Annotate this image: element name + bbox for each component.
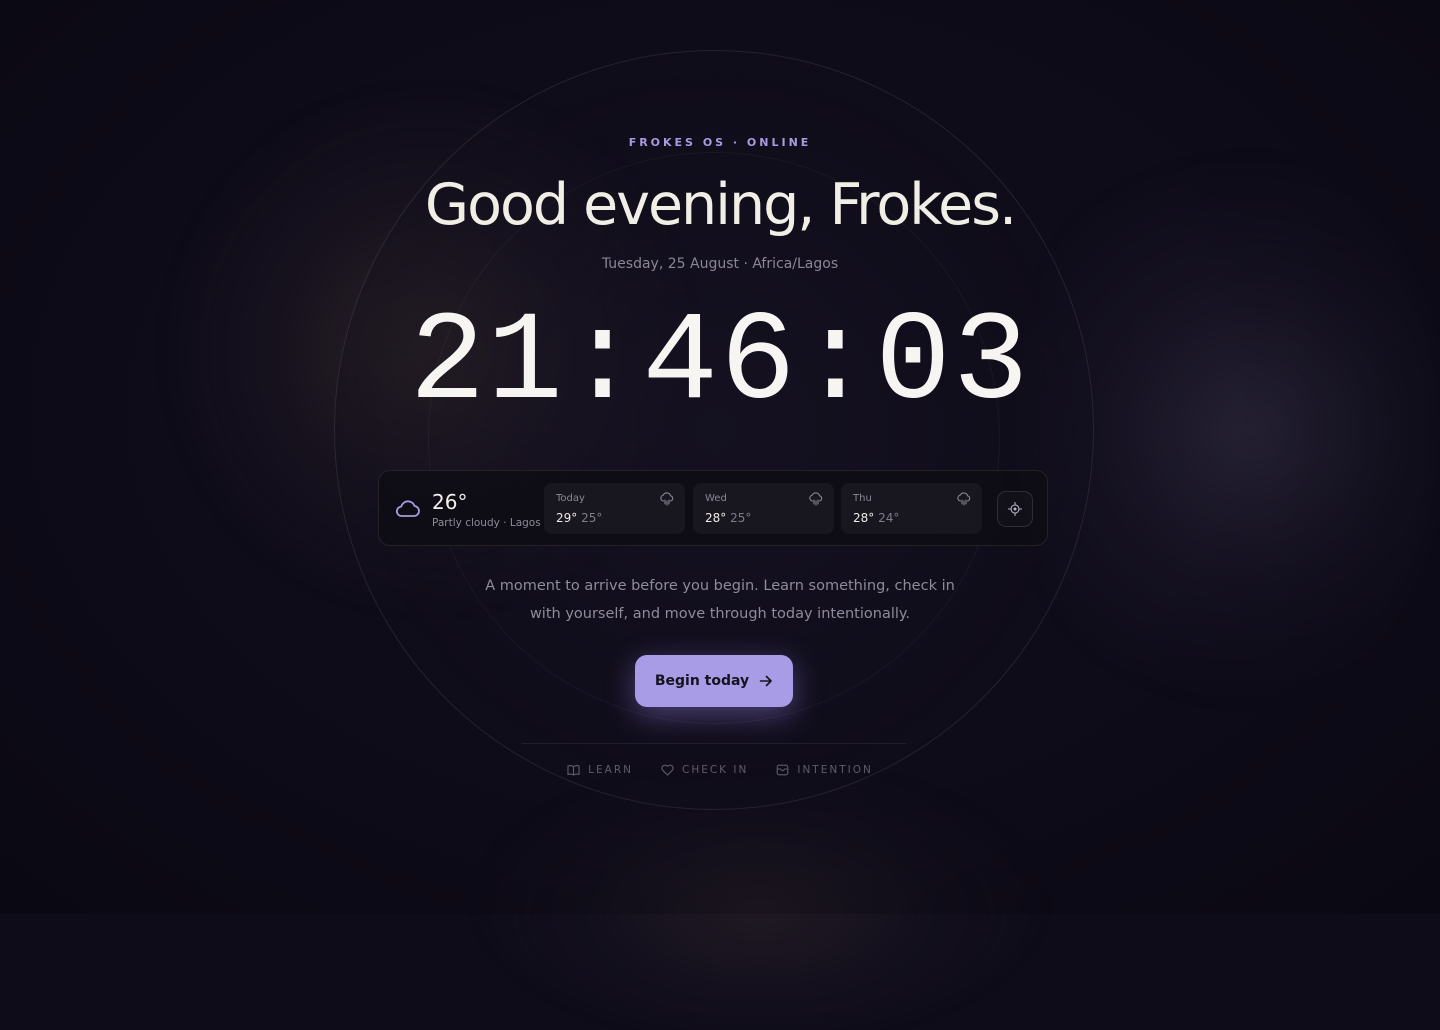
forecast-high: 28° [705,511,727,525]
forecast-day-label: Today [556,493,585,504]
forecast-day-label: Wed [705,493,727,504]
forecast-temps: 28° 25° [705,511,751,525]
intro-line: A moment to arrive before you begin. Lea… [485,578,955,594]
clock-display: 21:46:03 [409,292,1031,435]
forecast-day-thu: Thu 28° 24° [841,483,982,534]
current-temperature: 26° [432,490,468,514]
arrow-right-icon [759,675,772,687]
forecast-day-label: Thu [853,493,872,504]
date-timezone: Tuesday, 25 August · Africa/Lagos [601,256,839,272]
forecast-low: 25° [730,511,752,525]
current-conditions: Partly cloudy · Lagos [432,517,541,529]
locate-icon [1008,502,1022,516]
forecast-high: 29° [556,511,578,525]
intro-line: with yourself, and move through today in… [529,606,911,622]
bottom-nav: LEARN CHECK IN INTENTION [0,764,1440,776]
greeting-heading: Good evening, Frokes. [424,172,1017,238]
heart-icon [661,764,674,776]
cloud-rain-icon [660,492,674,506]
nav-label: CHECK IN [681,764,749,776]
cloud-rain-icon [809,492,823,506]
begin-today-label: Begin today [654,673,750,689]
inbox-icon [777,764,789,776]
forecast-low: 24° [878,511,900,525]
forecast-temps: 28° 24° [853,511,899,525]
nav-item-check-in[interactable]: CHECK IN [661,764,748,776]
weather-card: 26° Partly cloudy · Lagos Today 29° 25° … [378,470,1048,546]
intro-text: A moment to arrive before you begin. Lea… [0,572,1440,628]
forecast-low: 25° [581,511,603,525]
forecast-high: 28° [853,511,875,525]
nav-label: INTENTION [797,764,873,776]
background-glow-bottom [480,770,1040,1030]
status-kicker: FROKES OS · ONLINE [628,136,812,149]
nav-item-intention[interactable]: INTENTION [776,764,872,776]
nav-item-learn[interactable]: LEARN [567,764,633,776]
cloud-icon [396,500,420,517]
locate-button[interactable] [997,491,1033,527]
forecast-day-wed: Wed 28° 25° [693,483,834,534]
book-icon [567,765,580,776]
nav-label: LEARN [588,764,633,776]
begin-today-button[interactable]: Begin today [635,655,793,707]
forecast-day-today: Today 29° 25° [544,483,685,534]
nav-divider [522,743,906,744]
cloud-rain-icon [957,492,971,506]
forecast-temps: 29° 25° [556,511,602,525]
